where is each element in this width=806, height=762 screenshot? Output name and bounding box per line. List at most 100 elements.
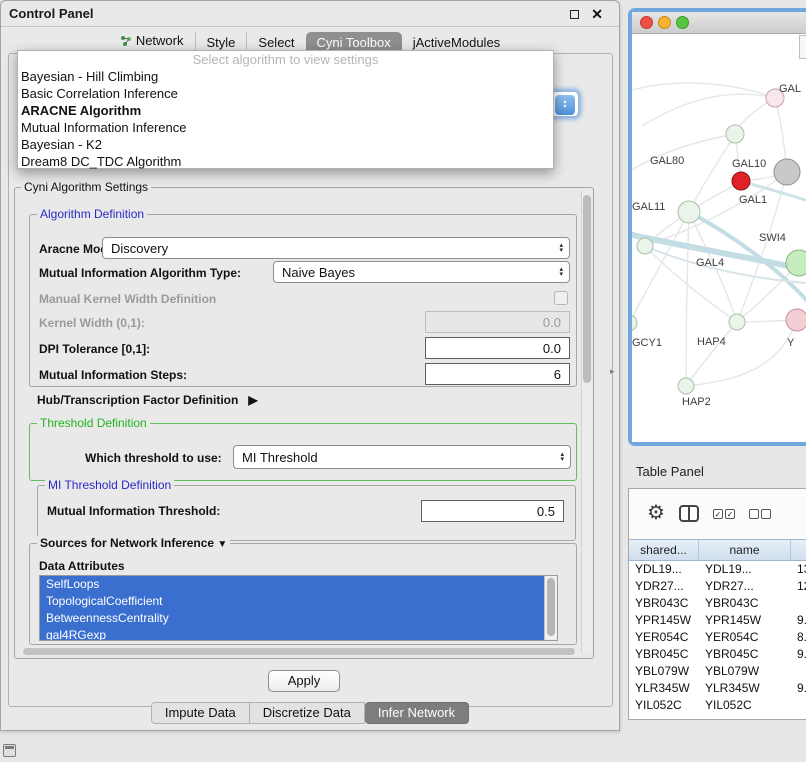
taskbar-mini-icon[interactable] xyxy=(3,744,16,757)
table-cell[interactable] xyxy=(791,697,806,714)
titlebar[interactable]: Control Panel ✕ xyxy=(1,1,619,27)
table-cell[interactable] xyxy=(791,595,806,612)
table-row[interactable]: YBR045CYBR045C9. xyxy=(629,646,806,663)
tab-infer-network[interactable]: Infer Network xyxy=(365,702,469,724)
table-cell[interactable]: YDL19... xyxy=(629,561,699,578)
table-cell[interactable]: YBR043C xyxy=(699,595,791,612)
graph-node[interactable] xyxy=(637,238,653,254)
table-cell[interactable]: YBR045C xyxy=(629,646,699,663)
table-cell[interactable]: 13 xyxy=(791,561,806,578)
gear-icon[interactable]: ⚙ xyxy=(647,502,665,524)
table-cell[interactable]: YLR345W xyxy=(699,680,791,697)
graph-node[interactable] xyxy=(678,378,694,394)
table-cell[interactable]: 9. xyxy=(791,646,806,663)
table-cell[interactable]: 8. xyxy=(791,629,806,646)
graph-node-red[interactable] xyxy=(732,172,750,190)
table-cell[interactable]: YDL19... xyxy=(699,561,791,578)
mi-steps-field[interactable]: 6 xyxy=(425,363,570,385)
kernel-width-field[interactable]: 0.0 xyxy=(425,311,570,333)
table-row[interactable]: YDL19...YDL19...13 xyxy=(629,561,806,578)
data-attributes-list[interactable]: SelfLoops TopologicalCoefficient Between… xyxy=(39,575,558,641)
network-scrollbar[interactable] xyxy=(799,35,806,59)
tab-discretize-data[interactable]: Discretize Data xyxy=(250,702,365,724)
table-row[interactable]: YBL079WYBL079W xyxy=(629,663,806,680)
mi-type-select[interactable]: Naive Bayes ▴▾ xyxy=(273,261,570,283)
table-cell[interactable]: YBL079W xyxy=(699,663,791,680)
apply-button[interactable]: Apply xyxy=(268,670,340,692)
mi-threshold-field[interactable]: 0.5 xyxy=(421,500,564,522)
graph-node[interactable] xyxy=(632,315,637,331)
table-cell[interactable]: YIL052C xyxy=(699,697,791,714)
table-row[interactable]: YLR345WYLR345W9. xyxy=(629,680,806,697)
graph-node[interactable] xyxy=(786,309,806,331)
combobox-arrow-button[interactable]: ▴ ▾ xyxy=(555,95,575,115)
network-window-titlebar[interactable] xyxy=(632,12,806,34)
deselect-all-button[interactable] xyxy=(749,509,771,519)
dpi-tolerance-field[interactable]: 0.0 xyxy=(425,337,570,359)
table-cell[interactable]: YBL079W xyxy=(629,663,699,680)
table-cell[interactable]: YDR27... xyxy=(629,578,699,595)
close-icon[interactable]: ✕ xyxy=(591,6,603,22)
dropdown-item[interactable]: Bayesian - Hill Climbing xyxy=(18,68,553,85)
hub-definition-toggle[interactable]: Hub/Transcription Factor Definition ▶ xyxy=(37,393,258,407)
scrollbar-thumb[interactable] xyxy=(23,648,575,655)
zoom-button[interactable] xyxy=(676,16,689,29)
column-header-name[interactable]: name xyxy=(699,540,791,560)
graph-node[interactable] xyxy=(774,159,800,185)
table-row[interactable]: YBR043CYBR043C xyxy=(629,595,806,612)
network-canvas[interactable]: GAL GAL80 GAL10 GAL11 GAL1 SWI4 GAL4 GCY… xyxy=(632,34,806,442)
table-row[interactable]: YIL052CYIL052C xyxy=(629,697,806,714)
graph-node[interactable] xyxy=(729,314,745,330)
table-cell[interactable]: YPR145W xyxy=(699,612,791,629)
dropdown-item[interactable]: Bayesian - K2 xyxy=(18,136,553,153)
graph-node-label: GAL1 xyxy=(739,194,767,206)
scrollbar-thumb[interactable] xyxy=(547,578,555,636)
table-cell[interactable]: YER054C xyxy=(699,629,791,646)
bottom-tab-bar: Impute Data Discretize Data Infer Networ… xyxy=(1,702,619,724)
select-all-button[interactable]: ✓ ✓ xyxy=(713,509,735,519)
which-threshold-select[interactable]: MI Threshold ▴▾ xyxy=(233,445,571,469)
settings-vertical-scrollbar[interactable] xyxy=(581,191,591,653)
table-cell[interactable]: YBR045C xyxy=(699,646,791,663)
dropdown-item-selected[interactable]: ARACNE Algorithm xyxy=(18,102,553,119)
list-item[interactable]: TopologicalCoefficient xyxy=(40,593,546,610)
columns-icon[interactable] xyxy=(679,505,699,525)
list-item[interactable]: BetweennessCentrality xyxy=(40,610,546,627)
table-cell[interactable]: YDR27... xyxy=(699,578,791,595)
table-cell[interactable]: YBR043C xyxy=(629,595,699,612)
sources-toggle[interactable]: Sources for Network Inference ▼ xyxy=(37,536,230,552)
manual-kernel-checkbox[interactable] xyxy=(554,291,568,305)
table-row[interactable]: YPR145WYPR145W9. xyxy=(629,612,806,629)
graph-node-labels: GAL GAL80 GAL10 GAL11 GAL1 SWI4 GAL4 GCY… xyxy=(632,83,801,408)
table-row[interactable]: YER054CYER054C8. xyxy=(629,629,806,646)
dropdown-item[interactable]: Mutual Information Inference xyxy=(18,119,553,136)
table-cell[interactable]: YPR145W xyxy=(629,612,699,629)
table-cell[interactable]: YLR345W xyxy=(629,680,699,697)
table-cell[interactable]: 12 xyxy=(791,578,806,595)
scrollbar-thumb[interactable] xyxy=(583,195,591,383)
list-item[interactable]: SelfLoops xyxy=(40,576,546,593)
column-header-extra[interactable] xyxy=(791,540,806,560)
aracne-mode-select[interactable]: Discovery ▴▾ xyxy=(102,237,570,259)
table-cell[interactable]: YER054C xyxy=(629,629,699,646)
table-row[interactable]: YDR27...YDR27...12 xyxy=(629,578,806,595)
graph-node[interactable] xyxy=(786,250,806,276)
data-attributes-label: Data Attributes xyxy=(39,559,125,573)
table-cell[interactable]: 9. xyxy=(791,680,806,697)
settings-horizontal-scrollbar[interactable] xyxy=(21,647,577,656)
close-button[interactable] xyxy=(640,16,653,29)
float-window-icon[interactable] xyxy=(570,10,579,19)
dropdown-item[interactable]: Basic Correlation Inference xyxy=(18,85,553,102)
splitter-collapse-arrow[interactable]: ▸ xyxy=(610,366,615,377)
table-cell[interactable]: YIL052C xyxy=(629,697,699,714)
table-cell[interactable]: 9. xyxy=(791,612,806,629)
minimize-button[interactable] xyxy=(658,16,671,29)
table-cell[interactable] xyxy=(791,663,806,680)
graph-node[interactable] xyxy=(726,125,744,143)
dropdown-item[interactable]: Dream8 DC_TDC Algorithm xyxy=(18,153,553,170)
tab-impute-data[interactable]: Impute Data xyxy=(151,702,250,724)
list-item[interactable]: gal4RGexp xyxy=(40,627,546,641)
column-header-shared[interactable]: shared... xyxy=(629,540,699,560)
list-vertical-scrollbar[interactable] xyxy=(544,576,557,640)
graph-node[interactable] xyxy=(678,201,700,223)
